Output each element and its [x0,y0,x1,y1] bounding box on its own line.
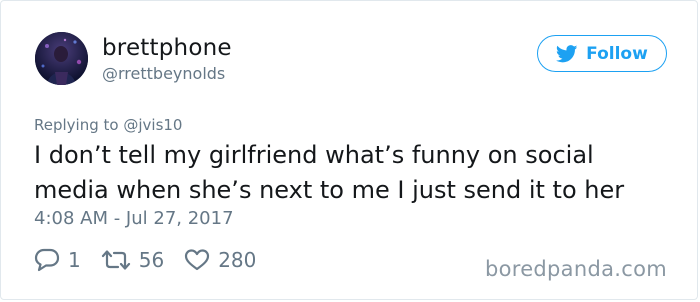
like-count: 280 [218,248,257,272]
heart-icon [184,248,210,272]
reply-count: 1 [68,248,81,272]
replying-prefix: Replying to [34,116,119,134]
retweet-icon [101,249,131,271]
tweet-timestamp[interactable]: 4:08 AM - Jul 27, 2017 [34,208,234,230]
tweet-text: I don’t tell my girlfriend what’s funny … [34,141,625,204]
like-button[interactable]: 280 [184,248,256,272]
display-name[interactable]: brettphone [102,35,232,61]
user-handle[interactable]: @rrettbeynolds [102,64,225,84]
twitter-bird-icon [556,44,578,63]
replying-handle-link[interactable]: @jvis10 [123,116,182,134]
tweet-actions: 1 56 280 [34,247,276,273]
reply-button[interactable]: 1 [34,248,81,272]
follow-label: Follow [586,43,648,64]
tweet-card: brettphone @rrettbeynolds Follow Replyin… [0,0,698,300]
follow-button[interactable]: Follow [537,35,667,72]
retweet-button[interactable]: 56 [101,248,164,272]
avatar-photo-icon [35,32,88,85]
watermark: boredpanda.com [484,257,667,281]
avatar[interactable] [35,32,88,85]
reply-icon [34,248,60,272]
replying-to: Replying to @jvis10 [34,116,182,134]
retweet-count: 56 [138,248,165,272]
